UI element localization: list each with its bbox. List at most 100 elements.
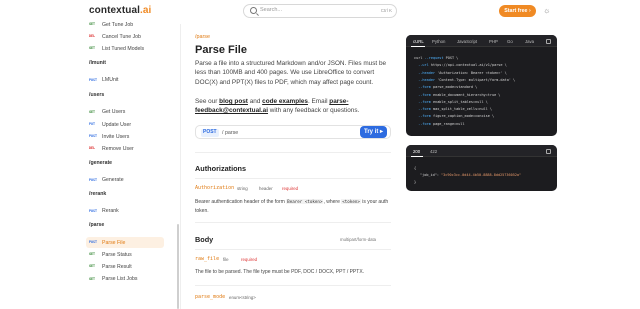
sidebar-item-label: Parse List Jobs [102, 276, 138, 283]
raw-file-param-name: raw_file [195, 256, 220, 262]
tab-python[interactable]: Python [432, 39, 445, 44]
sidebar-item-rerank[interactable]: POST Rerank [86, 206, 164, 217]
sidebar-group-title: /generate [89, 159, 113, 166]
tab-php[interactable]: PHP [489, 39, 498, 44]
sidebar-item-label: Parse Status [102, 251, 132, 258]
active-tab-indicator [411, 156, 423, 157]
active-tab-indicator [411, 46, 425, 47]
code-line: --form figure_caption_mode=concise \ [418, 114, 495, 119]
method-badge: GET [89, 264, 95, 269]
sidebar-item-parse-result[interactable]: GET Parse Result [86, 261, 164, 272]
parse-mode-param-type: enum<string> [229, 295, 256, 300]
auth-param-description: Bearer authentication header of the form… [195, 199, 389, 214]
request-example-panel: cURL Python JavaScript PHP Go Java curl --req… [406, 35, 557, 136]
sidebar-item-remove-user[interactable]: DEL Remove User [86, 143, 164, 154]
method-badge: GET [89, 109, 95, 114]
method-badge: DEL [89, 34, 95, 39]
method-badge: PUT [89, 122, 95, 126]
code-line: curl --request POST \ [414, 56, 459, 60]
method-badge: POST [89, 134, 97, 139]
tab-java[interactable]: Java [525, 39, 534, 44]
search-placeholder: Search... [260, 7, 283, 13]
auth-param-type: string [237, 186, 248, 191]
sidebar-item-label: Get Tune Job [102, 21, 134, 28]
sidebar-item-lmunit[interactable]: POST LMUnit [86, 75, 164, 86]
sidebar-item-get-users[interactable]: GET Get Users [86, 107, 164, 118]
sidebar-item-label: List Tuned Models [102, 45, 145, 52]
response-example-panel: 200 422 { "job_id": "3c90c3cc-0d44-4b50-8… [406, 145, 557, 191]
method-badge: GET [89, 22, 95, 26]
response-line: "job_id": "3c90c3cc-0d44-4b50-8888-8dd25… [420, 173, 522, 177]
sidebar: GET Get Tune Job DEL Cancel Tune Job GET List… [86, 18, 170, 309]
raw-file-required-badge: required [241, 257, 258, 262]
sidebar-group-title: /rerank [89, 190, 107, 197]
code-line: --url https://api.contextual.ai/v1/parse… [418, 63, 507, 68]
sidebar-item-parse-list-jobs[interactable]: GET Parse List Jobs [86, 274, 164, 285]
tab-go[interactable]: Go [507, 39, 513, 44]
copy-icon[interactable] [546, 38, 551, 44]
response-line: } [414, 180, 417, 184]
section-divider [195, 249, 391, 250]
code-line: --form max_split_table_cells=null \ [418, 107, 492, 112]
body-content-type: multipart/form-data [340, 237, 377, 242]
search-shortcut: Ctrl K [380, 8, 392, 13]
authorizations-heading: Authorizations [195, 164, 247, 173]
sidebar-item-list-tuned-models[interactable]: GET List Tuned Models [86, 43, 164, 54]
sidebar-item-get-tune-job[interactable]: GET Get Tune Job [86, 19, 164, 30]
tab-javascript[interactable]: JavaScript [457, 39, 477, 44]
start-free-button[interactable]: Start free › [499, 5, 536, 17]
endpoint-method-badge: POST [201, 129, 219, 137]
method-badge: DEL [89, 146, 95, 151]
auth-required-badge: required [282, 186, 299, 191]
code-line: --form enable_document_hierarchy=true \ [418, 92, 501, 97]
tab-status-422[interactable]: 422 [430, 149, 437, 154]
sidebar-item-invite-users[interactable]: POST Invite Users [86, 131, 164, 142]
sidebar-group-title: /users [89, 91, 105, 98]
play-icon: ▸ [380, 129, 384, 135]
sidebar-item-label: Update User [102, 121, 132, 128]
method-badge: POST [89, 208, 97, 213]
see-also-text: See our blog post and code examples. Ema… [195, 98, 360, 115]
section-divider [195, 178, 391, 179]
parse-mode-param-name: parse_mode [195, 294, 226, 300]
sidebar-item-label: Parse File [102, 239, 126, 246]
request-language-tabs: cURL Python JavaScript PHP Go Java [406, 35, 557, 47]
copy-icon[interactable] [546, 148, 551, 154]
sidebar-item-label: Invite Users [102, 133, 130, 140]
code-line: --form parse_mode=standard \ [418, 85, 478, 90]
code-examples-link[interactable]: code examples [262, 98, 308, 105]
tab-curl[interactable]: cURL [413, 39, 424, 44]
page-title: Parse File [195, 44, 247, 56]
sidebar-item-cancel-tune-job[interactable]: DEL Cancel Tune Job [86, 31, 164, 42]
search-input[interactable]: Search... Ctrl K [243, 4, 397, 18]
response-line: { [414, 166, 417, 170]
sidebar-item-label: Get Users [102, 109, 126, 116]
sidebar-item-parse-file[interactable]: POST Parse File [86, 237, 164, 248]
try-it-button[interactable]: Try it ▸ [360, 126, 387, 138]
sidebar-item-update-user[interactable]: PUT Update User [86, 119, 164, 130]
breadcrumb[interactable]: /parse [195, 34, 210, 40]
sidebar-item-parse-status[interactable]: GET Parse Status [86, 249, 164, 260]
sidebar-item-label: Parse Result [102, 263, 132, 270]
search-icon [250, 7, 257, 14]
sun-icon[interactable]: ☼ [543, 6, 550, 16]
section-divider [195, 152, 391, 153]
sidebar-scrollbar[interactable] [177, 224, 179, 309]
sidebar-item-label: Cancel Tune Job [102, 33, 141, 40]
method-badge: GET [89, 46, 95, 51]
method-badge: POST [89, 177, 97, 182]
tab-status-200[interactable]: 200 [413, 149, 420, 154]
sidebar-item-generate[interactable]: POST Generate [86, 175, 164, 186]
section-divider [195, 285, 391, 286]
raw-file-description: The file to be parsed. The file type mus… [195, 269, 365, 275]
raw-file-param-type: file [223, 257, 229, 262]
blog-post-link[interactable]: blog post [219, 98, 248, 105]
sidebar-group-title: /parse [89, 222, 105, 228]
code-line: --form page_range=null [418, 121, 465, 126]
sidebar-item-label: Rerank [102, 208, 119, 215]
code-line: --form enable_split_tables=null \ [418, 99, 488, 104]
code-line: --header 'Content-Type: multipart/form-d… [418, 77, 516, 82]
endpoint-path: / parse [222, 129, 239, 136]
sidebar-group-title: /lmunit [89, 59, 107, 66]
logo[interactable]: contextual.ai [89, 5, 151, 16]
